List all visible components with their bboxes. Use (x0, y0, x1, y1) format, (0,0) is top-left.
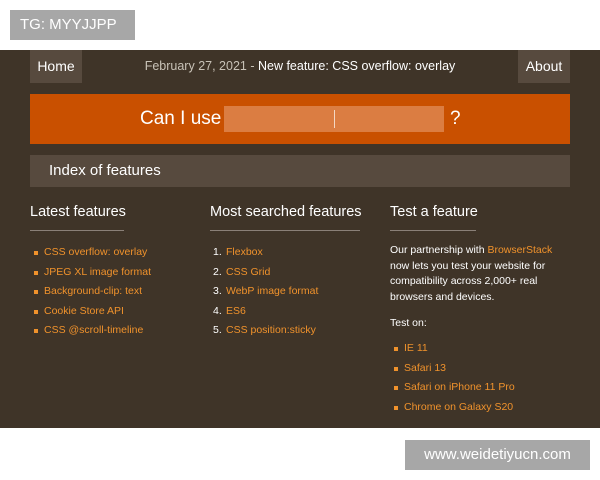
latest-features-heading: Latest features (30, 204, 126, 220)
most-searched-item[interactable]: 1. Flexbox (210, 243, 390, 263)
text-cursor (334, 110, 335, 128)
item-number: 1. (213, 246, 222, 258)
bullet-icon (34, 290, 38, 294)
news-link[interactable]: New feature: CSS overflow: overlay (258, 59, 455, 73)
test-text-start: Our partnership with (390, 244, 488, 256)
test-description: Our partnership with BrowserStack now le… (390, 243, 570, 305)
test-browser-link[interactable]: IE 11 (404, 342, 428, 354)
most-searched-link[interactable]: ES6 (226, 305, 246, 317)
test-browser-item[interactable]: Chrome on Galaxy S20 (390, 398, 570, 418)
latest-feature-item[interactable]: CSS @scroll-timeline (30, 321, 210, 341)
latest-features-list: CSS overflow: overlay JPEG XL image form… (30, 243, 210, 341)
most-searched-heading: Most searched features (210, 204, 362, 220)
test-feature-section: Test a feature Our partnership with Brow… (390, 203, 570, 417)
section-divider (390, 230, 476, 231)
most-searched-link[interactable]: WebP image format (226, 285, 318, 297)
bullet-icon (34, 251, 38, 255)
item-number: 5. (213, 324, 222, 336)
news-ticker: February 27, 2021 - New feature: CSS ove… (30, 59, 570, 73)
page: TG: MYYJJPP Home February 27, 2021 - New… (0, 0, 600, 480)
test-browser-link[interactable]: Safari 13 (404, 362, 446, 374)
latest-features-section: Latest features CSS overflow: overlay JP… (30, 203, 210, 341)
latest-feature-item[interactable]: Background-clip: text (30, 282, 210, 302)
most-searched-item[interactable]: 3. WebP image format (210, 282, 390, 302)
test-browser-item[interactable]: Safari on iPhone 11 Pro (390, 378, 570, 398)
most-searched-section: Most searched features 1. Flexbox 2. CSS G… (210, 203, 390, 341)
search-prefix-label: Can I use (140, 108, 222, 129)
most-searched-item[interactable]: 2. CSS Grid (210, 263, 390, 283)
most-searched-item[interactable]: 4. ES6 (210, 302, 390, 322)
section-divider (30, 230, 124, 231)
most-searched-link[interactable]: CSS Grid (226, 266, 270, 278)
browserstack-link[interactable]: BrowserStack (487, 244, 552, 256)
bullet-icon (394, 347, 398, 351)
latest-feature-link[interactable]: Cookie Store API (44, 305, 124, 317)
latest-feature-link[interactable]: JPEG XL image format (44, 266, 151, 278)
section-divider (210, 230, 360, 231)
index-of-features-link[interactable]: Index of features (30, 155, 570, 187)
item-number: 4. (213, 304, 222, 317)
news-separator: - (246, 59, 258, 73)
bullet-icon (34, 309, 38, 314)
latest-feature-item[interactable]: JPEG XL image format (30, 263, 210, 283)
test-browser-list: IE 11 Safari 13 Safari on iPhone 11 Pro … (390, 339, 570, 417)
bullet-icon (394, 405, 398, 410)
tag-label: TG: MYYJJPP (10, 10, 135, 40)
search-bar: Can I use ? (30, 94, 570, 144)
test-on-label: Test on: (390, 317, 427, 329)
caniuse-app: Home February 27, 2021 - New feature: CS… (0, 50, 600, 428)
item-number: 2. (213, 265, 222, 278)
bullet-icon (394, 366, 398, 371)
bullet-icon (394, 386, 398, 390)
test-feature-heading: Test a feature (390, 204, 478, 220)
most-searched-list: 1. Flexbox 2. CSS Grid 3. WebP image format… (210, 243, 390, 341)
test-browser-item[interactable]: Safari 13 (390, 359, 570, 379)
most-searched-item[interactable]: 5. CSS position:sticky (210, 321, 390, 341)
latest-feature-link[interactable]: CSS @scroll-timeline (44, 324, 143, 336)
most-searched-link[interactable]: CSS position:sticky (226, 324, 316, 336)
test-text-end: now lets you test your website for compa… (390, 259, 546, 303)
item-number: 3. (213, 285, 222, 297)
bullet-icon (34, 329, 38, 333)
latest-feature-item[interactable]: CSS overflow: overlay (30, 243, 210, 263)
most-searched-link[interactable]: Flexbox (226, 246, 263, 258)
test-browser-item[interactable]: IE 11 (390, 339, 570, 359)
search-suffix-label: ? (450, 108, 461, 129)
test-browser-link[interactable]: Chrome on Galaxy S20 (404, 401, 513, 413)
latest-feature-link[interactable]: Background-clip: text (44, 285, 142, 297)
news-date: February 27, 2021 (144, 59, 247, 73)
bullet-icon (34, 270, 38, 275)
latest-feature-link[interactable]: CSS overflow: overlay (44, 246, 147, 258)
nav-about-link[interactable]: About (518, 50, 570, 83)
watermark-label: www.weidetiyucn.com (405, 440, 590, 470)
test-browser-link[interactable]: Safari on iPhone 11 Pro (404, 381, 515, 393)
latest-feature-item[interactable]: Cookie Store API (30, 302, 210, 322)
top-nav: Home February 27, 2021 - New feature: CS… (30, 50, 570, 84)
